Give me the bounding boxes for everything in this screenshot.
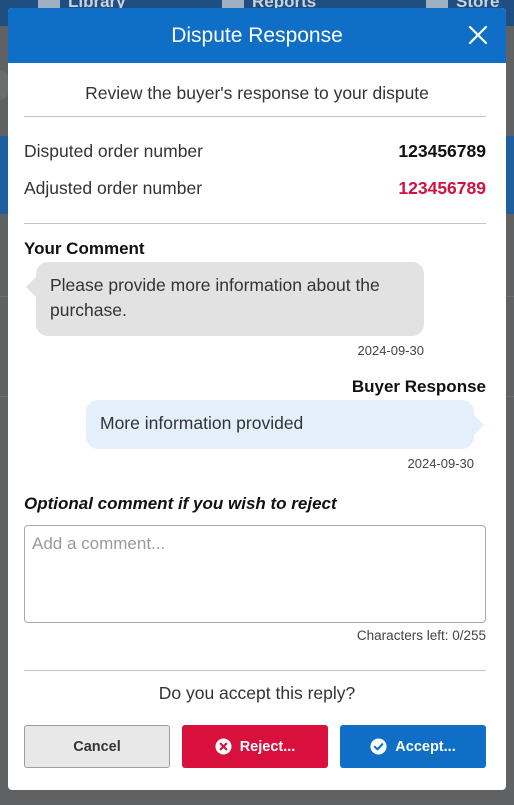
accept-button[interactable]: Accept... (340, 725, 486, 768)
x-circle-icon (215, 738, 232, 755)
cancel-button-label: Cancel (73, 738, 121, 755)
your-comment-label: Your Comment (24, 239, 145, 258)
divider (24, 670, 486, 671)
reject-button[interactable]: Reject... (182, 725, 328, 768)
background-element (0, 70, 8, 100)
divider (24, 223, 486, 224)
check-circle-icon (370, 738, 387, 755)
adjusted-order-row: Adjusted order number 123456789 (24, 178, 486, 199)
dispute-response-modal: Dispute Response Review the buyer's resp… (8, 8, 506, 790)
buyer-response-timestamp: 2024-09-30 (407, 456, 475, 471)
disputed-order-label: Disputed order number (24, 141, 203, 161)
divider (24, 116, 486, 117)
adjusted-order-label: Adjusted order number (24, 178, 203, 198)
modal-header: Dispute Response (8, 8, 506, 63)
disputed-order-value: 123456789 (398, 141, 486, 161)
modal-title: Dispute Response (171, 23, 343, 47)
disputed-order-row: Disputed order number 123456789 (24, 141, 486, 162)
accept-question: Do you accept this reply? (158, 683, 356, 703)
adjusted-order-value: 123456789 (398, 178, 486, 198)
reject-comment-field[interactable] (24, 525, 486, 623)
accept-button-label: Accept... (395, 738, 456, 755)
cancel-button[interactable]: Cancel (24, 725, 170, 768)
your-comment-timestamp: 2024-09-30 (357, 343, 425, 358)
buyer-response-bubble: More information provided (86, 400, 484, 449)
reject-button-label: Reject... (239, 738, 296, 755)
modal-subtitle: Review the buyer's response to your disp… (85, 83, 429, 103)
close-icon (468, 25, 488, 45)
close-button[interactable] (466, 23, 490, 47)
optional-comment-label: Optional comment if you wish to reject (24, 494, 337, 513)
your-comment-bubble: Please provide more information about th… (26, 262, 424, 336)
buyer-response-label: Buyer Response (351, 377, 486, 396)
characters-left-counter: Characters left: 0/255 (356, 628, 486, 643)
